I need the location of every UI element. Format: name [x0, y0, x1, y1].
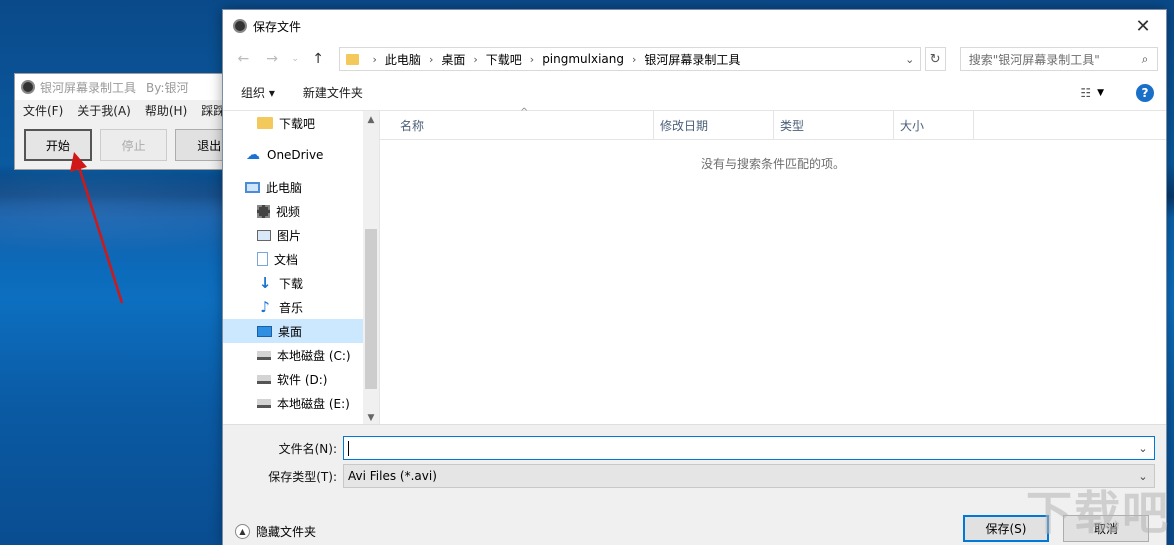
up-arrow-icon[interactable]: ↑ — [306, 47, 331, 71]
recent-locations-icon[interactable]: ⌄ — [288, 47, 301, 71]
nav-item-music[interactable]: ♪ 音乐 — [223, 295, 363, 319]
dialog-logo-icon — [233, 19, 247, 33]
address-bar[interactable]: › 此电脑 › 桌面 › 下载吧 › pingmulxiang › 银河屏幕录制工具 ⌄ — [338, 47, 921, 71]
sort-caret-icon: ^ — [520, 107, 529, 118]
column-name[interactable]: 名称 — [380, 111, 654, 139]
address-row: ← → ⌄ ↑ › 此电脑 › 桌面 › 下载吧 › pingmulxiang › 银河屏… — [223, 42, 1166, 76]
cloud-icon: ☁ — [246, 147, 260, 163]
column-size[interactable]: 大小 — [894, 111, 974, 139]
desktop-icon — [257, 325, 272, 337]
breadcrumb-this-pc[interactable]: 此电脑 — [385, 51, 421, 68]
breadcrumb-chevron-icon: › — [428, 52, 434, 66]
filename-label: 文件名(N): — [278, 441, 337, 456]
computer-icon — [245, 181, 260, 193]
search-icon[interactable]: ⌕ — [1133, 52, 1157, 67]
nav-item-drive-d[interactable]: 软件 (D:) — [223, 367, 363, 391]
dialog-bottom-panel: 文件名(N): ⌄ 保存类型(T): Avi Files (*.avi) ⌄ ▲… — [223, 424, 1166, 545]
close-icon[interactable]: ✕ — [1120, 10, 1166, 42]
app-titlebar: 银河屏幕录制工具 By:银河 — [15, 74, 243, 100]
column-type[interactable]: 类型 — [774, 111, 894, 139]
breadcrumb-chevron-icon: › — [473, 52, 478, 66]
nav-item-downloads[interactable]: ↓ 下载 — [223, 271, 363, 295]
hide-folders-label: 隐藏文件夹 — [256, 525, 317, 539]
text-caret — [348, 440, 349, 456]
breadcrumb-pingmulxiang[interactable]: pingmulxiang — [542, 52, 624, 66]
breadcrumb-desktop[interactable]: 桌面 — [441, 51, 465, 68]
browser-area: 下载吧 ☁ OneDrive 此电脑 视频 图片 文档 ↓ 下载 ♪ 音乐 桌面 本地… — [223, 107, 1166, 425]
nav-item-drive-e[interactable]: 本地磁盘 (E:) — [223, 391, 363, 415]
help-icon[interactable]: ? — [1136, 83, 1154, 102]
app-logo-icon — [21, 80, 35, 94]
breadcrumb-current-folder[interactable]: 银河屏幕录制工具 — [644, 51, 740, 68]
menu-about[interactable]: 关于我(A) — [77, 102, 131, 119]
nav-item-videos[interactable]: 视频 — [223, 199, 363, 223]
music-icon: ♪ — [260, 298, 270, 316]
document-icon — [257, 252, 268, 266]
folder-icon — [257, 117, 273, 129]
forward-arrow-icon[interactable]: → — [260, 47, 285, 71]
view-options-icon[interactable]: ☷ — [1080, 86, 1091, 100]
scroll-down-icon[interactable]: ▼ — [365, 413, 377, 423]
hide-folders-toggle[interactable]: ▲ 隐藏文件夹 — [235, 523, 316, 540]
nav-item-pictures[interactable]: 图片 — [223, 223, 363, 247]
breadcrumb-xiazaiba[interactable]: 下载吧 — [486, 51, 522, 68]
refresh-icon[interactable]: ↻ — [924, 47, 946, 71]
nav-item-this-pc[interactable]: 此电脑 — [223, 175, 363, 199]
chevron-down-icon[interactable]: ⌄ — [1132, 442, 1154, 455]
dialog-title: 保存文件 — [253, 19, 302, 34]
chevron-down-icon[interactable]: ⌄ — [900, 53, 920, 66]
download-icon: ↓ — [258, 274, 272, 292]
search-placeholder: 搜索"银河屏幕录制工具" — [968, 52, 1100, 67]
file-list-pane: ^ 名称 修改日期 类型 大小 没有与搜索条件匹配的项。 — [380, 107, 1166, 424]
nav-item-documents[interactable]: 文档 — [223, 247, 363, 271]
search-input[interactable]: 搜索"银河屏幕录制工具" ⌕ — [959, 47, 1158, 71]
red-arrow-icon — [70, 152, 124, 304]
drive-icon — [257, 350, 271, 360]
empty-message: 没有与搜索条件匹配的项。 — [700, 157, 845, 171]
dialog-titlebar: 保存文件 ✕ — [223, 10, 1166, 42]
navigation-pane: 下载吧 ☁ OneDrive 此电脑 视频 图片 文档 ↓ 下载 ♪ 音乐 桌面 本地… — [223, 111, 380, 425]
nav-item-onedrive[interactable]: ☁ OneDrive — [223, 143, 363, 167]
menu-file[interactable]: 文件(F) — [23, 102, 63, 119]
drive-icon — [257, 374, 271, 384]
picture-icon — [257, 229, 271, 241]
app-menubar: 文件(F) 关于我(A) 帮助(H) 踩踩 — [15, 100, 243, 120]
breadcrumb-chevron-icon: › — [632, 52, 637, 66]
toolbar-right: ☷ ▼ ? — [1080, 83, 1166, 102]
menu-help[interactable]: 帮助(H) — [145, 102, 187, 119]
video-icon — [257, 204, 270, 218]
nav-scrollbar[interactable]: ▲ ▼ — [363, 111, 379, 425]
new-folder-button[interactable]: 新建文件夹 — [303, 84, 363, 101]
back-arrow-icon[interactable]: ← — [231, 47, 256, 71]
nav-item-xiazaiba[interactable]: 下载吧 — [223, 111, 363, 135]
dialog-toolbar: 组织 ▾ 新建文件夹 ☷ ▼ ? — [223, 76, 1166, 110]
app-title: 银河屏幕录制工具 — [40, 80, 137, 95]
nav-item-drive-c[interactable]: 本地磁盘 (C:) — [223, 343, 363, 367]
save-file-dialog: 保存文件 ✕ ← → ⌄ ↑ › 此电脑 › 桌面 › 下载吧 › pingmulxia… — [222, 9, 1167, 545]
breadcrumb-chevron-icon: › — [372, 52, 377, 66]
watermark-logo: 下载吧 — [1026, 486, 1170, 540]
organize-button[interactable]: 组织 ▾ — [241, 84, 275, 101]
scroll-up-icon[interactable]: ▲ — [365, 115, 377, 125]
chevron-up-icon: ▲ — [235, 524, 250, 539]
chevron-down-icon[interactable]: ▼ — [1097, 88, 1104, 98]
column-headers: ^ 名称 修改日期 类型 大小 — [380, 107, 1166, 140]
nav-item-desktop[interactable]: 桌面 — [223, 319, 363, 343]
column-modified[interactable]: 修改日期 — [654, 111, 774, 139]
breadcrumb-chevron-icon: › — [529, 52, 535, 66]
drive-icon — [257, 398, 271, 408]
folder-icon — [345, 53, 359, 65]
scroll-thumb[interactable] — [365, 229, 377, 389]
filetype-value: Avi Files (*.avi) — [348, 469, 437, 483]
app-author: By:银河 — [146, 80, 189, 95]
filename-field[interactable]: ⌄ — [343, 436, 1155, 460]
filetype-label: 保存类型(T): — [268, 469, 337, 484]
